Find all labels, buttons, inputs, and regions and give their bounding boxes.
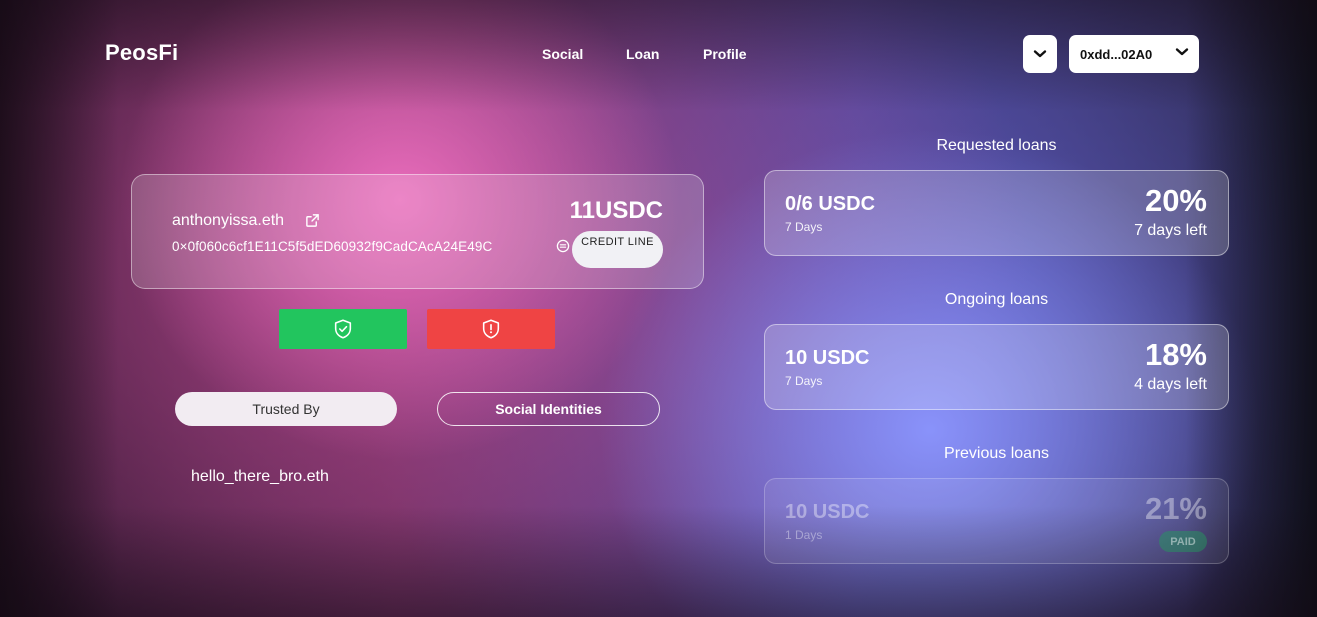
wallet-dropdown-button[interactable]: 0xdd...02A0 xyxy=(1069,35,1199,73)
loan-rate: 20% xyxy=(1144,183,1207,218)
loan-term: 7 Days xyxy=(785,220,823,234)
loan-amount: 10 USDC xyxy=(785,501,870,523)
shield-alert-icon xyxy=(482,319,500,339)
previous-loan-card[interactable]: 10 USDC 1 Days 21% PAID xyxy=(764,478,1229,564)
requested-loan-card[interactable]: 0/6 USDC 7 Days 20% 7 days left xyxy=(764,170,1229,256)
nav-profile[interactable]: Profile xyxy=(703,46,747,62)
loan-rate: 18% xyxy=(1144,337,1207,372)
app-root: PeosFi Social Loan Profile 0xdd...02A0 a… xyxy=(0,0,1317,617)
paid-status-badge: PAID xyxy=(1159,531,1207,552)
copy-icon[interactable] xyxy=(556,239,570,253)
loan-time-left: 7 days left xyxy=(1134,222,1207,239)
requested-loans-title: Requested loans xyxy=(936,137,1057,154)
external-link-icon[interactable] xyxy=(305,213,320,228)
profile-address: 0×0f060c6cf1E11C5f5dED60932f9CadCAcA24E4… xyxy=(172,239,493,254)
ongoing-loans-title: Ongoing loans xyxy=(944,291,1049,308)
nav-loan[interactable]: Loan xyxy=(626,46,659,62)
previous-loans-title: Previous loans xyxy=(944,445,1049,462)
ongoing-loan-card[interactable]: 10 USDC 7 Days 18% 4 days left xyxy=(764,324,1229,410)
wallet-address: 0xdd...02A0 xyxy=(1080,46,1153,62)
loan-amount: 10 USDC xyxy=(785,347,870,369)
chevron-down-icon xyxy=(1033,50,1047,58)
loan-amount: 0/6 USDC xyxy=(785,193,876,215)
credit-line-badge: CREDIT LINE xyxy=(572,231,663,268)
shield-check-icon xyxy=(334,319,352,339)
loan-time-left: 4 days left xyxy=(1134,376,1207,393)
trusted-by-item[interactable]: hello_there_bro.eth xyxy=(191,468,329,486)
tab-social-identities[interactable]: Social Identities xyxy=(437,392,660,426)
tab-trusted-by[interactable]: Trusted By xyxy=(175,392,397,426)
loan-term: 1 Days xyxy=(785,528,823,542)
chain-selector-button[interactable] xyxy=(1023,35,1057,73)
profile-ens-name: anthonyissa.eth xyxy=(172,212,285,229)
flag-button[interactable] xyxy=(427,309,555,349)
profile-card: anthonyissa.eth 0×0f060c6cf1E11C5f5dED60… xyxy=(131,174,704,289)
chevron-down-icon xyxy=(1175,48,1189,56)
nav-social[interactable]: Social xyxy=(542,46,583,62)
brand-logo[interactable]: PeosFi xyxy=(105,40,178,66)
trust-button[interactable] xyxy=(279,309,407,349)
loan-term: 7 Days xyxy=(785,374,823,388)
credit-line-amount: 11USDC xyxy=(569,197,663,224)
loan-rate: 21% xyxy=(1144,491,1207,526)
